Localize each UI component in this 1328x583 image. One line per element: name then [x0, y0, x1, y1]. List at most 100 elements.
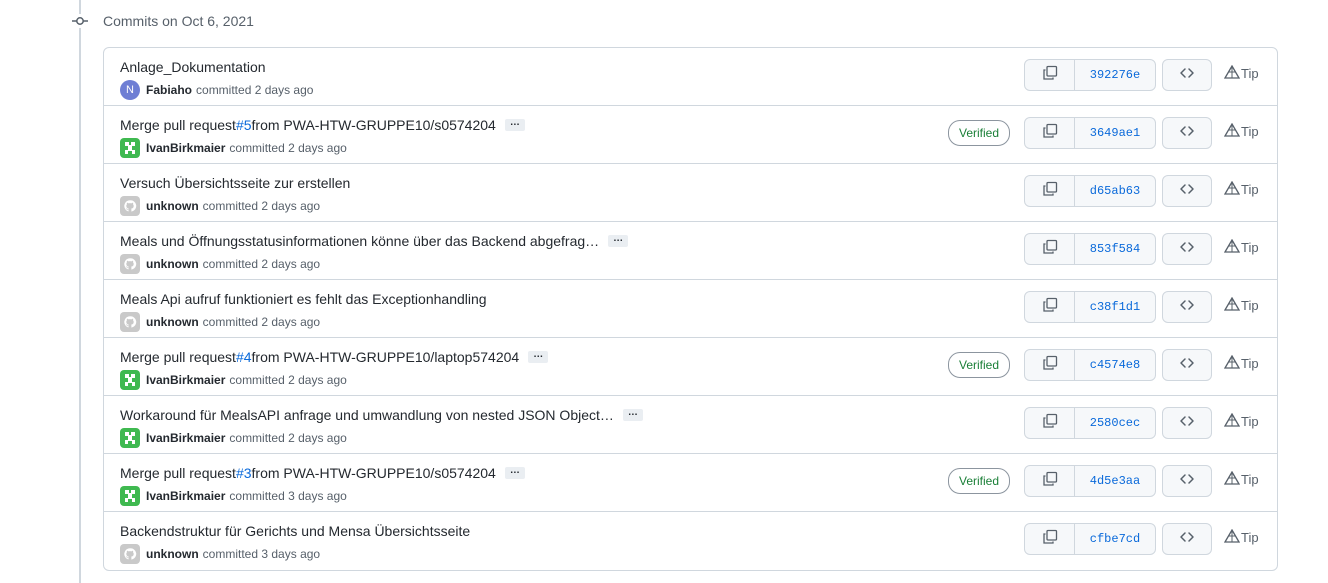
browse-repository-button[interactable]: [1162, 407, 1212, 439]
tip-link[interactable]: Tip: [1223, 122, 1259, 140]
commit-sha-link[interactable]: 4d5e3aa: [1075, 466, 1155, 496]
tip-link[interactable]: Tip: [1223, 528, 1259, 546]
author-link[interactable]: unknown: [146, 315, 199, 329]
avatar[interactable]: [120, 196, 140, 216]
copy-sha-button[interactable]: [1025, 176, 1075, 206]
copy-sha-button[interactable]: [1025, 60, 1075, 90]
expand-message-button[interactable]: …: [528, 350, 549, 363]
author-link[interactable]: Fabiaho: [146, 83, 192, 97]
commit-title-link[interactable]: Anlage_Dokumentation: [120, 59, 266, 75]
avatar[interactable]: [120, 138, 140, 158]
tip-link[interactable]: Tip: [1223, 296, 1259, 314]
avatar[interactable]: [120, 544, 140, 564]
author-link[interactable]: unknown: [146, 199, 199, 213]
pull-request-link[interactable]: #4: [236, 349, 252, 365]
browse-repository-button[interactable]: [1162, 233, 1212, 265]
copy-sha-button[interactable]: [1025, 350, 1075, 380]
copy-sha-button[interactable]: [1025, 408, 1075, 438]
browse-repository-button[interactable]: [1162, 291, 1212, 323]
expand-message-button[interactable]: …: [608, 234, 629, 247]
sha-button-group: 392276e: [1024, 59, 1156, 91]
copy-sha-button[interactable]: [1025, 292, 1075, 322]
author-link[interactable]: IvanBirkmaier: [146, 373, 225, 387]
copy-icon: [1042, 529, 1058, 550]
browse-repository-button[interactable]: [1162, 59, 1212, 91]
copy-icon: [1042, 471, 1058, 492]
relative-time: 2 days ago: [261, 257, 321, 271]
commit-title-suffix[interactable]: from PWA-HTW-GRUPPE10/s0574204: [252, 465, 496, 481]
commit-sha-link[interactable]: c38f1d1: [1075, 292, 1155, 322]
commit-sha-link[interactable]: 3649ae1: [1075, 118, 1155, 148]
expand-message-button[interactable]: …: [622, 408, 643, 421]
copy-sha-button[interactable]: [1025, 524, 1075, 554]
author-link[interactable]: IvanBirkmaier: [146, 431, 225, 445]
tip-label: Tip: [1241, 414, 1259, 429]
tip-icon: [1223, 64, 1241, 82]
browse-repository-button[interactable]: [1162, 175, 1212, 207]
commit-sha-link[interactable]: 2580cec: [1075, 408, 1155, 438]
copy-icon: [1042, 65, 1058, 86]
timeline-line: [79, 0, 81, 583]
code-icon: [1179, 65, 1195, 86]
pull-request-link[interactable]: #3: [236, 465, 252, 481]
tip-link[interactable]: Tip: [1223, 64, 1259, 82]
tip-link[interactable]: Tip: [1223, 470, 1259, 488]
commit-title-link[interactable]: Workaround für MealsAPI anfrage und umwa…: [120, 407, 614, 423]
sha-button-group: d65ab63: [1024, 175, 1156, 207]
commit-row: Workaround für MealsAPI anfrage und umwa…: [104, 396, 1277, 454]
pull-request-link[interactable]: #5: [236, 117, 252, 133]
avatar[interactable]: [120, 486, 140, 506]
browse-repository-button[interactable]: [1162, 523, 1212, 555]
avatar[interactable]: N: [120, 80, 140, 100]
copy-icon: [1042, 413, 1058, 434]
expand-message-button[interactable]: …: [504, 466, 525, 479]
commit-title-link[interactable]: Merge pull request: [120, 465, 236, 481]
tip-icon: [1223, 470, 1241, 488]
commit-sha-link[interactable]: cfbe7cd: [1075, 524, 1155, 554]
tip-link[interactable]: Tip: [1223, 354, 1259, 372]
commit-title-link[interactable]: Meals Api aufruf funktioniert es fehlt d…: [120, 291, 487, 307]
commit-title-link[interactable]: Versuch Übersichtsseite zur erstellen: [120, 175, 350, 191]
relative-time: 2 days ago: [261, 199, 321, 213]
commit-sha-link[interactable]: d65ab63: [1075, 176, 1155, 206]
tip-link[interactable]: Tip: [1223, 238, 1259, 256]
commit-sha-link[interactable]: 392276e: [1075, 60, 1155, 90]
author-link[interactable]: unknown: [146, 547, 199, 561]
avatar[interactable]: [120, 254, 140, 274]
commit-sha-link[interactable]: 853f584: [1075, 234, 1155, 264]
commit-meta: IvanBirkmaier committed 3 days ago: [120, 486, 347, 506]
tip-icon: [1223, 296, 1241, 314]
verified-badge[interactable]: Verified: [948, 352, 1011, 378]
verified-badge[interactable]: Verified: [948, 468, 1011, 494]
sha-button-group: 3649ae1: [1024, 117, 1156, 149]
commit-row: Backendstruktur für Gerichts und Mensa Ü…: [104, 512, 1277, 569]
avatar[interactable]: [120, 312, 140, 332]
commit-title-link[interactable]: Backendstruktur für Gerichts und Mensa Ü…: [120, 523, 470, 539]
browse-repository-button[interactable]: [1162, 349, 1212, 381]
tip-label: Tip: [1241, 66, 1259, 81]
commit-meta: unknown committed 2 days ago: [120, 312, 320, 332]
verified-badge[interactable]: Verified: [948, 120, 1011, 146]
browse-repository-button[interactable]: [1162, 117, 1212, 149]
commit-title-link[interactable]: Merge pull request: [120, 117, 236, 133]
tip-link[interactable]: Tip: [1223, 180, 1259, 198]
commit-sha-link[interactable]: c4574e8: [1075, 350, 1155, 380]
commit-title-link[interactable]: Merge pull request: [120, 349, 236, 365]
avatar[interactable]: [120, 370, 140, 390]
tip-link[interactable]: Tip: [1223, 412, 1259, 430]
commit-title-suffix[interactable]: from PWA-HTW-GRUPPE10/laptop574204: [252, 349, 520, 365]
commit-meta: IvanBirkmaier committed 2 days ago: [120, 428, 347, 448]
commit-row: Merge pull request #4 from PWA-HTW-GRUPP…: [104, 338, 1277, 396]
avatar[interactable]: [120, 428, 140, 448]
committed-label: committed: [196, 83, 252, 97]
author-link[interactable]: IvanBirkmaier: [146, 489, 225, 503]
browse-repository-button[interactable]: [1162, 465, 1212, 497]
commit-title-link[interactable]: Meals und Öffnungsstatusinformationen kö…: [120, 233, 599, 249]
copy-sha-button[interactable]: [1025, 466, 1075, 496]
author-link[interactable]: unknown: [146, 257, 199, 271]
commit-title-suffix[interactable]: from PWA-HTW-GRUPPE10/s0574204: [252, 117, 496, 133]
expand-message-button[interactable]: …: [504, 118, 525, 131]
author-link[interactable]: IvanBirkmaier: [146, 141, 225, 155]
copy-sha-button[interactable]: [1025, 234, 1075, 264]
copy-sha-button[interactable]: [1025, 118, 1075, 148]
